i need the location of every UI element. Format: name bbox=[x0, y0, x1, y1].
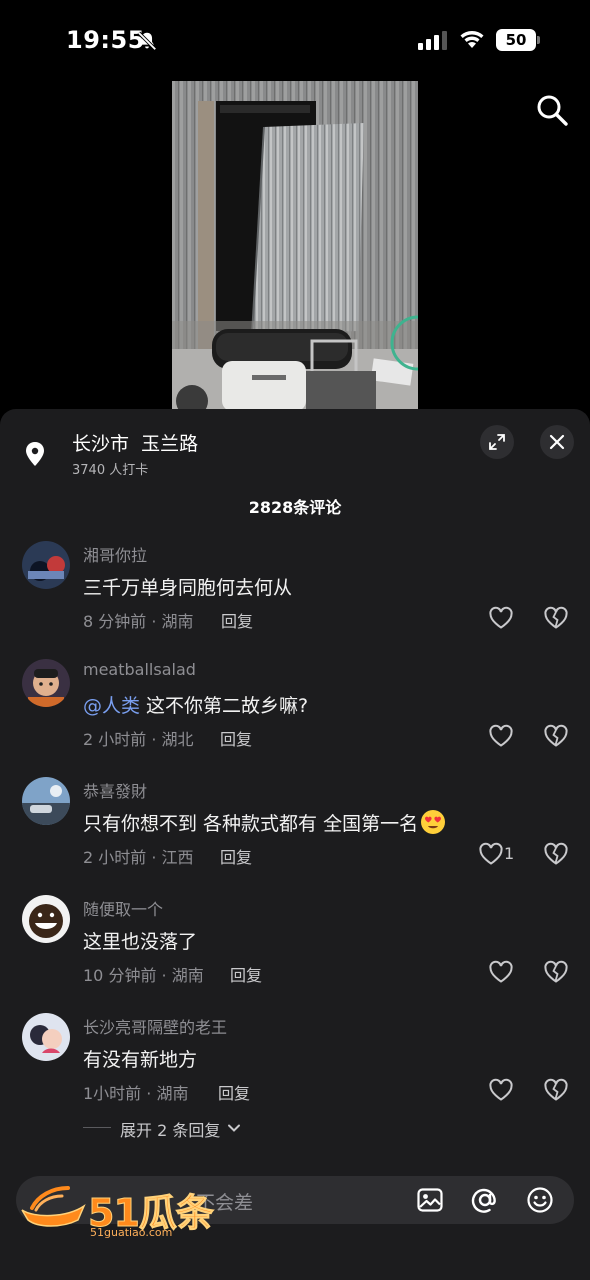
comment-item: 随便取一个 这里也没落了 10 分钟前 · 湖南 回复 bbox=[0, 895, 590, 1005]
comment-text: 三千万单身同胞何去何从 bbox=[83, 577, 293, 599]
avatar[interactable] bbox=[22, 659, 70, 707]
comment-item: meatballsalad @人类 这不你第二故乡嘛? 2 小时前 · 湖北 回… bbox=[0, 659, 590, 769]
comment-text-body: 只有你想不到 各种款式都有 全国第一名 bbox=[83, 813, 419, 835]
broken-heart-icon[interactable] bbox=[543, 724, 569, 748]
close-button[interactable] bbox=[540, 425, 574, 459]
comment-text: 有没有新地方 bbox=[83, 1049, 198, 1071]
comment-username[interactable]: meatballsalad bbox=[83, 660, 196, 679]
battery-indicator: 50 bbox=[496, 29, 540, 51]
reply-button[interactable]: 回复 bbox=[218, 1080, 250, 1104]
signal-icon bbox=[418, 31, 447, 50]
heart-icon[interactable] bbox=[488, 606, 514, 630]
status-time: 19:55 bbox=[66, 26, 145, 54]
search-icon[interactable] bbox=[534, 92, 570, 128]
avatar[interactable] bbox=[22, 895, 70, 943]
comment-text: 只有你想不到 各种款式都有 全国第一名 bbox=[83, 809, 446, 836]
bell-slash-icon bbox=[137, 31, 157, 51]
location-pin-icon bbox=[26, 442, 44, 466]
wifi-icon bbox=[460, 31, 484, 48]
comment-username[interactable]: 长沙亮哥隔壁的老王 bbox=[83, 1014, 227, 1038]
comment-username[interactable]: 随便取一个 bbox=[83, 896, 163, 920]
post-photo[interactable] bbox=[172, 81, 418, 411]
avatar[interactable] bbox=[22, 1013, 70, 1061]
watermark-url: 51guatiao.com bbox=[90, 1226, 173, 1239]
reply-button[interactable]: 回复 bbox=[220, 726, 252, 750]
mention-link[interactable]: @人类 bbox=[83, 695, 140, 717]
status-bar: 19:55 50 bbox=[0, 0, 590, 80]
location-title[interactable]: 长沙市 玉兰路 bbox=[72, 429, 198, 456]
comment-meta: 10 分钟前 · 湖南 bbox=[83, 966, 204, 985]
reply-button[interactable]: 回复 bbox=[221, 608, 253, 632]
heart-icon[interactable] bbox=[488, 724, 514, 748]
broken-heart-icon[interactable] bbox=[543, 606, 569, 630]
expand-replies-label: 展开 2 条回复 bbox=[120, 1121, 221, 1140]
comment-count: 2828条评论 bbox=[248, 498, 342, 517]
comment-username[interactable]: 湘哥你拉 bbox=[83, 542, 147, 566]
comment-item: 恭喜發財 只有你想不到 各种款式都有 全国第一名 2 小时前 · 江西 回复 1 bbox=[0, 777, 590, 887]
broken-heart-icon[interactable] bbox=[543, 1078, 569, 1102]
heart-icon[interactable] bbox=[488, 1078, 514, 1102]
avatar[interactable] bbox=[22, 541, 70, 589]
comment-meta: 2 小时前 · 湖北 bbox=[83, 730, 194, 749]
heart-icon[interactable] bbox=[478, 842, 504, 866]
expand-icon bbox=[489, 434, 505, 450]
close-icon bbox=[549, 434, 565, 450]
comment-text: 这里也没落了 bbox=[83, 931, 198, 953]
battery-level: 50 bbox=[496, 29, 536, 51]
at-icon[interactable] bbox=[471, 1186, 499, 1214]
heart-icon[interactable] bbox=[488, 960, 514, 984]
comment-text-body: 这不你第二故乡嘛? bbox=[140, 695, 309, 717]
comment-meta: 8 分钟前 · 湖南 bbox=[83, 612, 194, 631]
comment-username[interactable]: 恭喜發財 bbox=[83, 778, 147, 802]
broken-heart-icon[interactable] bbox=[543, 842, 569, 866]
comment-item: 长沙亮哥隔壁的老王 有没有新地方 1小时前 · 湖南 回复 bbox=[0, 1013, 590, 1123]
reply-button[interactable]: 回复 bbox=[220, 844, 252, 868]
watermark-boat-icon bbox=[21, 1186, 86, 1227]
image-icon[interactable] bbox=[416, 1186, 444, 1214]
location-checkins: 3740 人打卡 bbox=[72, 463, 149, 478]
comment-meta: 2 小时前 · 江西 bbox=[83, 848, 194, 867]
reply-button[interactable]: 回复 bbox=[230, 962, 262, 986]
like-count: 1 bbox=[504, 844, 515, 863]
comment-meta: 1小时前 · 湖南 bbox=[83, 1084, 189, 1103]
comment-item: 湘哥你拉 三千万单身同胞何去何从 8 分钟前 · 湖南 回复 bbox=[0, 541, 590, 651]
broken-heart-icon[interactable] bbox=[543, 960, 569, 984]
avatar[interactable] bbox=[22, 777, 70, 825]
divider bbox=[83, 1127, 111, 1128]
heart-eyes-emoji-icon bbox=[421, 810, 446, 834]
expand-button[interactable] bbox=[480, 425, 514, 459]
emoji-icon[interactable] bbox=[526, 1186, 554, 1214]
comment-text: @人类 这不你第二故乡嘛? bbox=[83, 691, 308, 718]
watermark-logo: 51瓜条 51guatiao.com bbox=[18, 1180, 214, 1244]
chevron-down-icon bbox=[228, 1124, 240, 1132]
